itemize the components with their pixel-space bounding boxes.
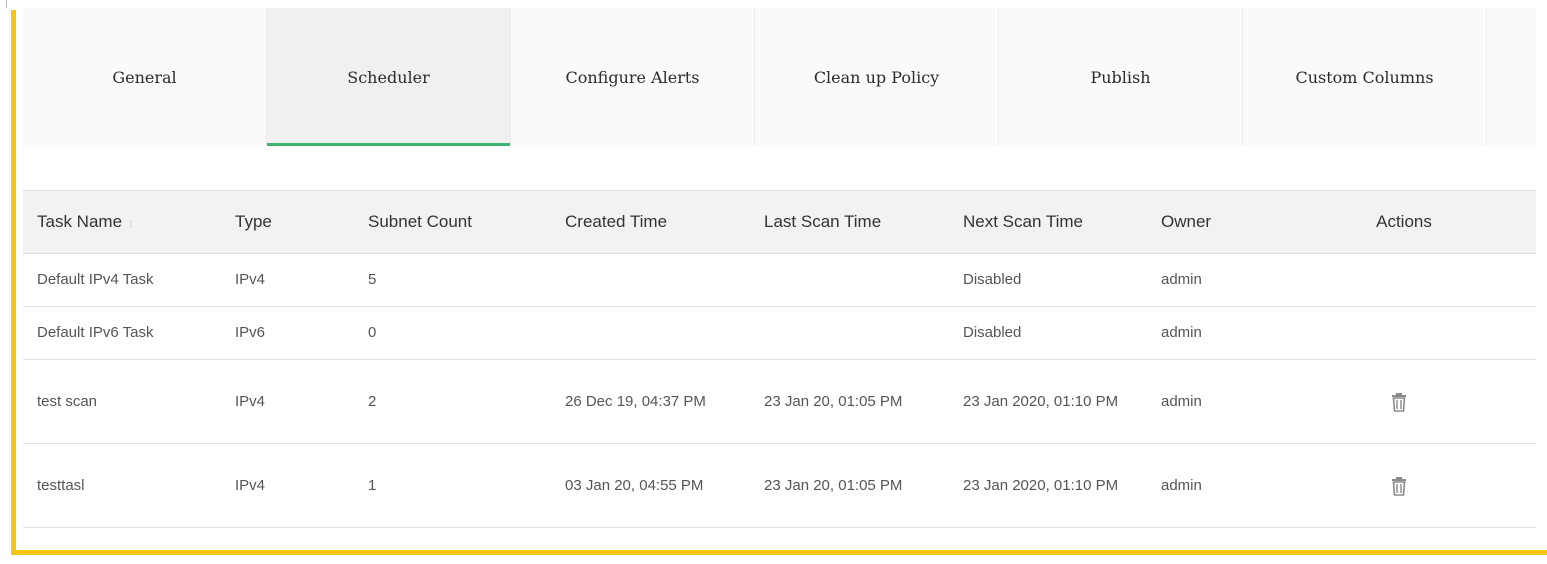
tasks-table: Task Name ↕ Type Subnet Count Created Tim…: [23, 190, 1536, 528]
cell-last-scan-time: [750, 307, 949, 360]
table-row[interactable]: Default IPv4 Task IPv4 5 Disabled admin: [23, 254, 1536, 307]
tab-overflow: [1487, 8, 1536, 146]
header-type: Type: [235, 212, 272, 231]
cell-created-time: [551, 254, 750, 307]
header-last-scan-time: Last Scan Time: [764, 212, 882, 231]
cell-created-time: [551, 307, 750, 360]
header-owner: Owner: [1161, 212, 1212, 231]
cell-last-scan-time: 23 Jan 20, 01:05 PM: [764, 392, 903, 410]
header-created-time: Created Time: [565, 212, 668, 231]
cell-owner: admin: [1161, 324, 1202, 341]
tab-general[interactable]: General: [23, 8, 267, 146]
header-task-name[interactable]: Task Name ↕: [23, 191, 221, 254]
tab-label: General: [112, 67, 177, 87]
tab-configure-alerts[interactable]: Configure Alerts: [511, 8, 755, 146]
tab-scheduler[interactable]: Scheduler: [267, 8, 511, 146]
cell-last-scan-time: 23 Jan 20, 01:05 PM: [764, 476, 903, 494]
cell-task-name: Default IPv6 Task: [37, 324, 154, 341]
cell-created-time: 03 Jan 20, 04:55 PM: [565, 476, 704, 494]
scheduler-table: Task Name ↕ Type Subnet Count Created Tim…: [23, 190, 1536, 528]
corner-mark: [6, 0, 7, 8]
cell-actions: [1272, 360, 1536, 444]
cell-owner: admin: [1161, 392, 1202, 410]
cell-type: IPv4: [235, 476, 266, 494]
trash-icon[interactable]: [1390, 392, 1408, 412]
cell-actions: [1272, 307, 1536, 360]
cell-subnet-count: 1: [368, 476, 377, 494]
cell-next-scan-time: 23 Jan 2020, 01:10 PM: [963, 476, 1119, 494]
header-label: Task Name: [37, 212, 123, 231]
cell-type: IPv4: [235, 271, 266, 288]
cell-subnet-count: 0: [368, 324, 377, 341]
settings-tabs: General Scheduler Configure Alerts Clean…: [23, 8, 1536, 146]
header-next-scan-time: Next Scan Time: [963, 212, 1083, 231]
sort-icon[interactable]: ↕: [128, 216, 134, 230]
tab-publish[interactable]: Publish: [999, 8, 1243, 146]
cell-actions: [1272, 254, 1536, 307]
header-subnet-count: Subnet Count: [368, 212, 472, 231]
cell-subnet-count: 5: [368, 271, 377, 288]
tab-label: Clean up Policy: [813, 67, 940, 87]
cell-actions: [1272, 444, 1536, 528]
cell-task-name: testtasl: [37, 476, 85, 494]
tab-label: Configure Alerts: [565, 67, 700, 87]
table-row[interactable]: testtasl IPv4 1 03 Jan 20, 04:55 PM 23 J…: [23, 444, 1536, 528]
tab-custom-columns[interactable]: Custom Columns: [1243, 8, 1487, 146]
cell-created-time: 26 Dec 19, 04:37 PM: [565, 392, 706, 410]
tab-clean-up-policy[interactable]: Clean up Policy: [755, 8, 999, 146]
tab-label: Scheduler: [347, 67, 430, 87]
table-header-row: Task Name ↕ Type Subnet Count Created Tim…: [23, 190, 1536, 254]
cell-next-scan-time: 23 Jan 2020, 01:10 PM: [963, 392, 1119, 410]
header-actions: Actions: [1376, 212, 1432, 231]
cell-next-scan-time: Disabled: [963, 271, 1022, 288]
table-row[interactable]: Default IPv6 Task IPv6 0 Disabled admin: [23, 307, 1536, 360]
trash-icon[interactable]: [1390, 476, 1408, 496]
table-row[interactable]: test scan IPv4 2 26 Dec 19, 04:37 PM 23 …: [23, 360, 1536, 444]
cell-owner: admin: [1161, 271, 1202, 288]
cell-type: IPv4: [235, 392, 266, 410]
cell-subnet-count: 2: [368, 392, 377, 410]
cell-task-name: Default IPv4 Task: [37, 271, 154, 288]
cell-owner: admin: [1161, 476, 1202, 494]
cell-task-name: test scan: [37, 392, 98, 410]
cell-last-scan-time: [750, 254, 949, 307]
cell-type: IPv6: [235, 324, 266, 341]
tab-label: Publish: [1090, 67, 1151, 87]
cell-next-scan-time: Disabled: [963, 324, 1022, 341]
tab-label: Custom Columns: [1295, 67, 1434, 87]
